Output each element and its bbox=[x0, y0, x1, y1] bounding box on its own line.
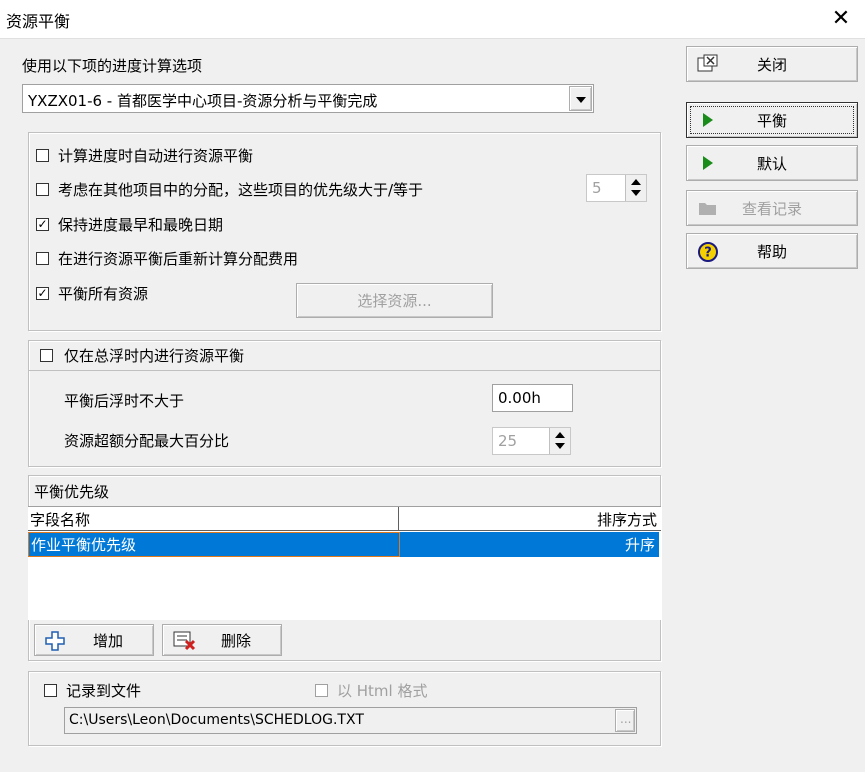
schedule-options-label: 使用以下项的进度计算选项 bbox=[22, 57, 203, 75]
window-title: 资源平衡 bbox=[6, 12, 71, 31]
auto-level-label: 计算进度时自动进行资源平衡 bbox=[58, 147, 254, 165]
float-only-label: 仅在总浮时内进行资源平衡 bbox=[64, 347, 245, 365]
spin-up-icon[interactable] bbox=[631, 179, 641, 185]
select-resources-button[interactable]: 选择资源... bbox=[296, 283, 493, 318]
column-header-field-label: 字段名称 bbox=[30, 511, 91, 529]
level-button[interactable]: 平衡 bbox=[686, 102, 858, 138]
table-row[interactable]: 作业平衡优先级 升序 bbox=[28, 532, 659, 557]
spin-up-icon[interactable] bbox=[555, 432, 565, 438]
close-button[interactable]: 关闭 bbox=[686, 46, 858, 82]
priority-spinner[interactable]: 5 bbox=[586, 174, 647, 202]
schedule-options-dropdown[interactable]: YXZX01-6 - 首都医学中心项目-资源分析与平衡完成 bbox=[22, 84, 594, 113]
close-icon[interactable]: ✕ bbox=[826, 6, 856, 32]
recalc-costs-label: 在进行资源平衡后重新计算分配费用 bbox=[58, 250, 299, 268]
schedule-options-value: YXZX01-6 - 首都医学中心项目-资源分析与平衡完成 bbox=[28, 92, 378, 110]
level-label: 平衡 bbox=[756, 111, 787, 130]
default-button[interactable]: 默认 bbox=[686, 145, 858, 181]
browse-label: ... bbox=[620, 712, 632, 726]
browse-button[interactable]: ... bbox=[615, 709, 635, 732]
chevron-down-icon bbox=[576, 97, 586, 103]
spin-down-icon[interactable] bbox=[631, 190, 641, 196]
overalloc-value: 25 bbox=[498, 432, 518, 450]
consider-other-projects-checkbox[interactable] bbox=[36, 183, 49, 196]
priority-table: 字段名称 排序方式 作业平衡优先级 升序 bbox=[28, 506, 661, 620]
priority-value: 5 bbox=[592, 179, 602, 197]
delete-icon bbox=[173, 631, 196, 651]
preserve-dates-label: 保持进度最早和最晚日期 bbox=[58, 216, 224, 234]
level-all-label: 平衡所有资源 bbox=[58, 285, 149, 303]
auto-level-checkbox[interactable] bbox=[36, 149, 49, 162]
html-format-checkbox[interactable] bbox=[315, 684, 328, 697]
help-label: 帮助 bbox=[756, 242, 787, 261]
level-all-checkbox[interactable]: ✓ bbox=[36, 287, 49, 300]
overalloc-spinner[interactable]: 25 bbox=[492, 427, 571, 455]
delete-button[interactable]: 删除 bbox=[162, 624, 282, 656]
log-path-field[interactable]: C:\Users\Leon\Documents\SCHEDLOG.TXT ... bbox=[64, 707, 637, 734]
preserve-float-label: 平衡后浮时不大于 bbox=[64, 392, 185, 410]
priority-title: 平衡优先级 bbox=[34, 483, 110, 501]
column-header-order-label: 排序方式 bbox=[596, 511, 657, 529]
row-field: 作业平衡优先级 bbox=[31, 536, 137, 554]
preserve-dates-checkbox[interactable]: ✓ bbox=[36, 218, 49, 231]
consider-other-projects-label: 考虑在其他项目中的分配，这些项目的优先级大于/等于 bbox=[58, 181, 424, 199]
add-button[interactable]: 增加 bbox=[34, 624, 154, 656]
log-to-file-label: 记录到文件 bbox=[66, 682, 142, 700]
help-button[interactable]: ? 帮助 bbox=[686, 233, 858, 269]
delete-label: 删除 bbox=[221, 631, 252, 650]
preserve-float-input[interactable]: 0.00h bbox=[492, 384, 573, 412]
log-to-file-checkbox[interactable] bbox=[44, 684, 57, 697]
recalc-costs-checkbox[interactable] bbox=[36, 252, 49, 265]
title-bar: 资源平衡 ✕ bbox=[0, 0, 865, 38]
add-label: 增加 bbox=[93, 631, 124, 650]
default-label: 默认 bbox=[756, 154, 787, 173]
column-header-order[interactable]: 排序方式 bbox=[399, 507, 661, 531]
close-label: 关闭 bbox=[756, 55, 787, 74]
overalloc-spin-buttons[interactable] bbox=[549, 428, 570, 454]
overalloc-label: 资源超额分配最大百分比 bbox=[64, 432, 230, 450]
priority-spin-buttons[interactable] bbox=[625, 175, 646, 201]
html-format-label: 以 Html 格式 bbox=[337, 682, 428, 700]
spin-down-icon[interactable] bbox=[555, 443, 565, 449]
float-only-checkbox[interactable] bbox=[40, 349, 53, 362]
dropdown-arrow-button[interactable] bbox=[569, 86, 592, 111]
log-path-value: C:\Users\Leon\Documents\SCHEDLOG.TXT bbox=[69, 712, 364, 728]
view-log-label: 查看记录 bbox=[741, 199, 802, 218]
select-resources-label: 选择资源... bbox=[357, 292, 432, 310]
view-log-button[interactable]: 查看记录 bbox=[686, 190, 858, 226]
preserve-float-value: 0.00h bbox=[498, 389, 541, 407]
plus-icon bbox=[45, 631, 65, 651]
column-header-field[interactable]: 字段名称 bbox=[28, 507, 399, 531]
row-order: 升序 bbox=[624, 536, 655, 554]
